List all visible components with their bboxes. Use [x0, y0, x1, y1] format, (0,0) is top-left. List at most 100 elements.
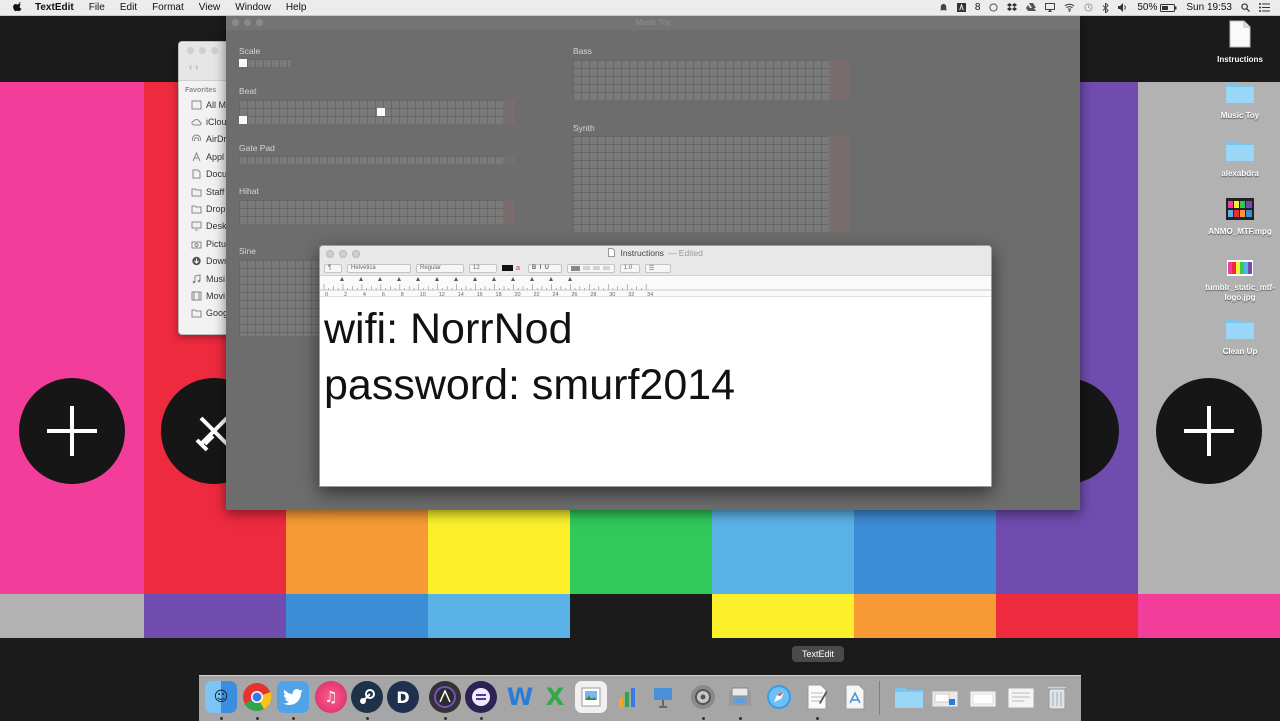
- dock-twitter-icon[interactable]: [277, 681, 309, 713]
- finder-zoom-button[interactable]: [211, 47, 218, 54]
- dock-image-capture-icon[interactable]: [724, 681, 756, 713]
- dock-chrome-icon[interactable]: [241, 681, 273, 713]
- highlight-color-icon[interactable]: a: [516, 265, 520, 272]
- apple-logo-icon[interactable]: [11, 2, 25, 13]
- gate-pad-grid[interactable]: [239, 156, 503, 164]
- ruler-tab-stop[interactable]: [435, 277, 439, 281]
- ruler-tab-stop[interactable]: [568, 277, 572, 281]
- dock-finder-icon[interactable]: ☺: [205, 681, 237, 713]
- music-toy-minimize-button[interactable]: [244, 19, 251, 26]
- font-family-popup[interactable]: Helvetica: [347, 263, 411, 273]
- instrument-label-bass: Bass: [573, 46, 592, 56]
- ruler-tab-stop[interactable]: [340, 277, 344, 281]
- synth-grid[interactable]: [573, 136, 829, 232]
- ruler-label: 30: [609, 292, 615, 296]
- textedit-zoom-button[interactable]: [352, 250, 360, 258]
- notification-center-icon[interactable]: [1259, 3, 1270, 12]
- beat-cell-active[interactable]: [377, 108, 385, 116]
- sine-grid[interactable]: [239, 260, 319, 336]
- dropbox-icon[interactable]: [1007, 3, 1018, 12]
- dock-system-preferences-icon[interactable]: [687, 681, 719, 713]
- bass-grid[interactable]: [573, 60, 829, 100]
- desktop-icon-anmo-mtf-mpg[interactable]: ANMO_MTF.mpg: [1200, 198, 1280, 237]
- battery-status[interactable]: 50%: [1137, 2, 1177, 13]
- desktop-icon-alexabdra[interactable]: alexabdra: [1200, 138, 1280, 179]
- ruler-tab-stop[interactable]: [397, 277, 401, 281]
- dock-textedit-icon[interactable]: [801, 681, 833, 713]
- ruler-tab-stop[interactable]: [530, 277, 534, 281]
- circle-status-icon[interactable]: [989, 3, 998, 12]
- ruler-tab-stop[interactable]: [549, 277, 553, 281]
- finder-back-forward[interactable]: ‹ ›: [189, 62, 198, 73]
- desktop-icon-instructions[interactable]: Instructions: [1200, 20, 1280, 65]
- dock-preview-icon[interactable]: [575, 681, 607, 713]
- ruler-tab-stop[interactable]: [454, 277, 458, 281]
- menu-window[interactable]: Window: [235, 2, 271, 13]
- google-drive-icon[interactable]: [1026, 3, 1037, 12]
- menu-edit[interactable]: Edit: [120, 2, 137, 13]
- ruler-tab-stop[interactable]: [359, 277, 363, 281]
- user-count-status[interactable]: 8: [975, 2, 981, 13]
- dock-downloads-folder-icon[interactable]: [893, 681, 925, 713]
- beat-grid[interactable]: [239, 100, 503, 124]
- dock-documents-stack-icon[interactable]: [929, 681, 961, 713]
- document-proxy-icon[interactable]: [608, 248, 616, 257]
- list-bullets-popup[interactable]: ☰: [644, 263, 671, 273]
- ruler-tab-stop[interactable]: [511, 277, 515, 281]
- hihat-grid[interactable]: [239, 200, 503, 224]
- dock-excel-icon[interactable]: X: [539, 681, 571, 713]
- dock-files-stack-icon[interactable]: [1005, 681, 1037, 713]
- menu-app-textedit[interactable]: TextEdit: [35, 2, 74, 13]
- ruler-tab-stop[interactable]: [492, 277, 496, 281]
- dock-dashboard-icon[interactable]: D: [387, 681, 419, 713]
- text-color-swatch[interactable]: [502, 265, 513, 271]
- textedit-minimize-button[interactable]: [339, 250, 347, 258]
- paragraph-style-popup[interactable]: ¶: [324, 263, 342, 273]
- font-style-popup[interactable]: Regular: [416, 263, 464, 273]
- document-text-area[interactable]: wifi: NorrNod password: smurf2014: [320, 297, 991, 417]
- desktop-icon-clean-up[interactable]: Clean Up: [1200, 316, 1280, 357]
- dock-logic-icon[interactable]: [429, 681, 461, 713]
- desktop-icon-music-toy[interactable]: Music Toy: [1200, 80, 1280, 121]
- alignment-buttons[interactable]: [566, 263, 615, 273]
- dock-desktop-stack-icon[interactable]: [967, 681, 999, 713]
- desktop-icon-tumblr-static[interactable]: tumblr_static_mtf-logo.jpg: [1200, 260, 1280, 303]
- ruler-tab-stop[interactable]: [378, 277, 382, 281]
- clock[interactable]: Sun 19:53: [1186, 2, 1232, 13]
- music-toy-close-button[interactable]: [232, 19, 239, 26]
- menu-file[interactable]: File: [89, 2, 105, 13]
- music-toy-zoom-button[interactable]: [256, 19, 263, 26]
- time-machine-icon[interactable]: [1084, 3, 1093, 12]
- dock-numbers-icon[interactable]: [612, 681, 644, 713]
- scale-cell-active[interactable]: [239, 59, 247, 67]
- airplay-icon[interactable]: [1045, 3, 1056, 12]
- menu-format[interactable]: Format: [152, 2, 184, 13]
- textedit-close-button[interactable]: [326, 250, 334, 258]
- menu-help[interactable]: Help: [286, 2, 307, 13]
- finder-close-button[interactable]: [187, 47, 194, 54]
- ruler[interactable]: 0 2 4 6 8 10 12 14 16 18 20 22 24 26 28 30 32 34: [320, 276, 991, 298]
- dock-steam-icon[interactable]: [351, 681, 383, 713]
- dock-app-store-icon[interactable]: [839, 681, 871, 713]
- beat-cell-active[interactable]: [239, 116, 247, 124]
- wifi-icon[interactable]: [1064, 3, 1075, 12]
- dock-safari-icon[interactable]: [763, 681, 795, 713]
- dock-word-icon[interactable]: W: [504, 681, 536, 713]
- adobe-icon[interactable]: [956, 3, 966, 12]
- finder-minimize-button[interactable]: [199, 47, 206, 54]
- line-spacing-popup[interactable]: 1.0: [619, 263, 640, 273]
- spotlight-search-icon[interactable]: [1241, 3, 1250, 12]
- textedit-window[interactable]: Instructions — Edited ¶ Helvetica Regular…: [319, 245, 992, 487]
- ruler-tab-stop[interactable]: [473, 277, 477, 281]
- dock-keynote-icon[interactable]: [647, 681, 679, 713]
- bold-italic-underline-buttons[interactable]: B I U: [527, 263, 562, 273]
- volume-icon[interactable]: [1118, 3, 1128, 12]
- ruler-tab-stop[interactable]: [416, 277, 420, 281]
- notification-bell-icon[interactable]: [939, 3, 948, 12]
- font-size-popup[interactable]: 12: [469, 263, 497, 273]
- menu-view[interactable]: View: [199, 2, 221, 13]
- dock-itunes-icon[interactable]: ♫: [315, 681, 347, 713]
- dock-eclipse-icon[interactable]: [465, 681, 497, 713]
- bluetooth-icon[interactable]: [1102, 2, 1110, 13]
- dock-trash-icon[interactable]: [1041, 681, 1073, 713]
